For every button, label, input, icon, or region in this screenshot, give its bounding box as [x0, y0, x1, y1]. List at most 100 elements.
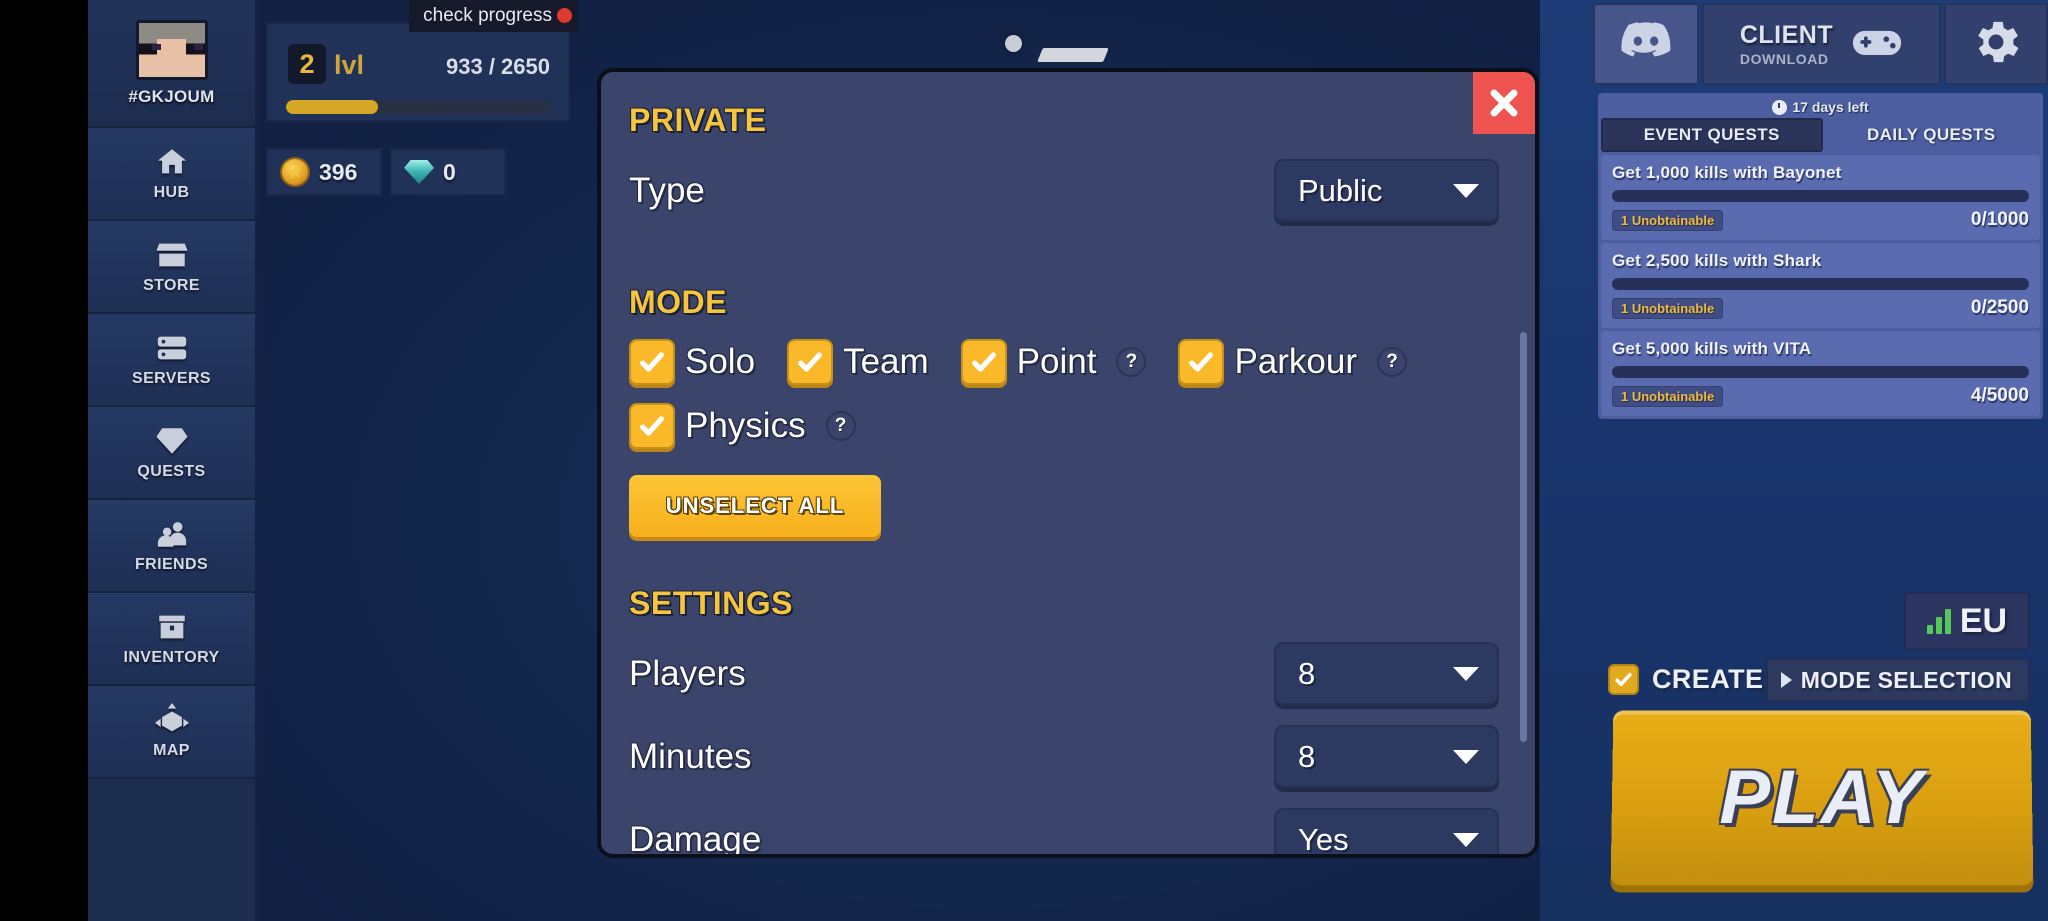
quests-panel: 17 days left EVENT QUESTS DAILY QUESTS G… — [1598, 93, 2043, 419]
check-progress-button[interactable]: check progress — [409, 0, 578, 32]
check-icon — [638, 412, 666, 440]
check-icon — [1187, 348, 1215, 376]
sidebar-item-inventory[interactable]: INVENTORY — [88, 593, 255, 686]
settings-section: SETTINGS Players 8 Minutes 8 Damage Yes — [629, 585, 1499, 858]
region-label: EU — [1960, 602, 2007, 641]
quest-item[interactable]: Get 5,000 kills with VITA 1 Unobtainable… — [1601, 331, 2040, 416]
discord-button[interactable] — [1593, 3, 1699, 85]
quest-progress-bar — [1612, 278, 2029, 290]
quest-progress-bar — [1612, 366, 2029, 378]
damage-label: Damage — [629, 820, 761, 859]
type-label: Type — [629, 171, 705, 211]
play-button[interactable]: PLAY — [1611, 711, 2034, 886]
level-card: 2 lvl 933 / 2650 — [266, 22, 570, 122]
gem-icon — [404, 160, 434, 184]
help-icon-physics[interactable]: ? — [826, 411, 856, 441]
region-selector[interactable]: EU — [1904, 592, 2030, 650]
game-screen: #GKJOUM HUB STORE SERVERS QUESTS FRIENDS… — [0, 0, 2048, 921]
client-download-button[interactable]: CLIENT DOWNLOAD — [1702, 3, 1941, 85]
chevron-down-icon — [1453, 184, 1479, 198]
quest-title: Get 2,500 kills with Shark — [1612, 251, 2029, 271]
sidebar-label-servers: SERVERS — [132, 370, 211, 388]
avatar — [136, 20, 208, 80]
check-progress-label: check progress — [423, 5, 552, 27]
gem-value: 0 — [443, 159, 456, 186]
sidebar-label-friends: FRIENDS — [135, 556, 208, 574]
checkbox-point[interactable] — [961, 339, 1007, 385]
checkbox-create[interactable] — [1608, 664, 1639, 695]
modal-scrollbar[interactable] — [1520, 332, 1527, 742]
mode-options-row-2: Physics ? — [629, 403, 1499, 449]
level-badge: 2 — [288, 44, 326, 84]
unselect-all-button[interactable]: UNSELECT ALL — [629, 475, 881, 537]
players-row: Players 8 — [629, 642, 1499, 705]
create-toggle[interactable]: CREATE — [1608, 664, 1763, 695]
damage-dropdown-value: Yes — [1298, 822, 1349, 858]
help-icon-parkour[interactable]: ? — [1377, 347, 1407, 377]
private-section-title: PRIVATE — [629, 102, 1499, 139]
label-physics: Physics — [685, 406, 806, 446]
client-subtitle: DOWNLOAD — [1740, 51, 1829, 67]
type-dropdown-value: Public — [1298, 173, 1382, 209]
profile-card[interactable]: #GKJOUM — [88, 0, 255, 128]
label-team: Team — [843, 342, 929, 382]
settings-button[interactable] — [1944, 3, 2048, 85]
mode-selection-label: MODE SELECTION — [1801, 667, 2012, 694]
checkbox-solo[interactable] — [629, 339, 675, 385]
check-icon — [970, 348, 998, 376]
checkbox-team[interactable] — [787, 339, 833, 385]
players-label: Players — [629, 654, 746, 694]
signal-bars-icon — [1927, 608, 1951, 634]
checkbox-physics[interactable] — [629, 403, 675, 449]
quest-count: 4/5000 — [1971, 385, 2029, 407]
quest-footer: 1 Unobtainable 0/2500 — [1612, 297, 2029, 319]
server-icon — [153, 331, 191, 365]
tab-event-quests[interactable]: EVENT QUESTS — [1601, 118, 1823, 152]
top-button-row: CLIENT DOWNLOAD — [1590, 0, 2048, 85]
sidebar-label-store: STORE — [143, 277, 200, 295]
sidebar-label-hub: HUB — [154, 184, 190, 202]
sidebar-item-map[interactable]: MAP — [88, 686, 255, 779]
sidebar-item-friends[interactable]: FRIENDS — [88, 500, 255, 593]
client-text: CLIENT DOWNLOAD — [1740, 21, 1833, 67]
days-left-label: 17 days left — [1792, 99, 1868, 115]
players-dropdown[interactable]: 8 — [1274, 642, 1499, 705]
quest-badge: 1 Unobtainable — [1612, 298, 1723, 319]
coin-chip[interactable]: 396 — [266, 148, 382, 196]
help-icon-point[interactable]: ? — [1116, 347, 1146, 377]
gem-chip[interactable]: 0 — [390, 148, 506, 196]
mode-selection-button[interactable]: MODE SELECTION — [1766, 658, 2030, 702]
players-dropdown-value: 8 — [1298, 656, 1315, 692]
xp-value: 933 / 2650 — [446, 54, 550, 80]
chevron-down-icon — [1453, 667, 1479, 681]
currency-row: 396 0 — [266, 148, 506, 196]
right-panel: CLIENT DOWNLOAD 17 days left EVENT QUEST… — [1590, 0, 2048, 921]
quest-title: Get 1,000 kills with Bayonet — [1612, 163, 2029, 183]
quest-title: Get 5,000 kills with VITA — [1612, 339, 2029, 359]
left-letterbox — [0, 0, 88, 921]
store-icon — [153, 238, 191, 272]
sidebar-item-servers[interactable]: SERVERS — [88, 314, 255, 407]
quest-item[interactable]: Get 1,000 kills with Bayonet 1 Unobtaina… — [1601, 155, 2040, 240]
quest-count: 0/2500 — [1971, 297, 2029, 319]
type-dropdown[interactable]: Public — [1274, 159, 1499, 222]
sidebar-item-hub[interactable]: HUB — [88, 128, 255, 221]
sidebar-label-inventory: INVENTORY — [123, 649, 219, 667]
mode-section: MODE Solo Team Point ? Parkour ? Physics… — [629, 284, 1499, 537]
quest-badge: 1 Unobtainable — [1612, 386, 1723, 407]
unselect-all-label: UNSELECT ALL — [666, 493, 845, 519]
quest-item[interactable]: Get 2,500 kills with Shark 1 Unobtainabl… — [1601, 243, 2040, 328]
tab-daily-quests[interactable]: DAILY QUESTS — [1823, 118, 2041, 152]
checkbox-parkour[interactable] — [1178, 339, 1224, 385]
sidebar-item-quests[interactable]: QUESTS — [88, 407, 255, 500]
damage-dropdown[interactable]: Yes — [1274, 808, 1499, 858]
sidebar-item-store[interactable]: STORE — [88, 221, 255, 314]
label-solo: Solo — [685, 342, 755, 382]
label-point: Point — [1017, 342, 1097, 382]
label-parkour: Parkour — [1234, 342, 1357, 382]
clock-icon — [1772, 100, 1787, 115]
quests-tabs: EVENT QUESTS DAILY QUESTS — [1601, 118, 2040, 152]
minutes-dropdown[interactable]: 8 — [1274, 725, 1499, 788]
minutes-label: Minutes — [629, 737, 752, 777]
diamond-icon — [153, 424, 191, 458]
